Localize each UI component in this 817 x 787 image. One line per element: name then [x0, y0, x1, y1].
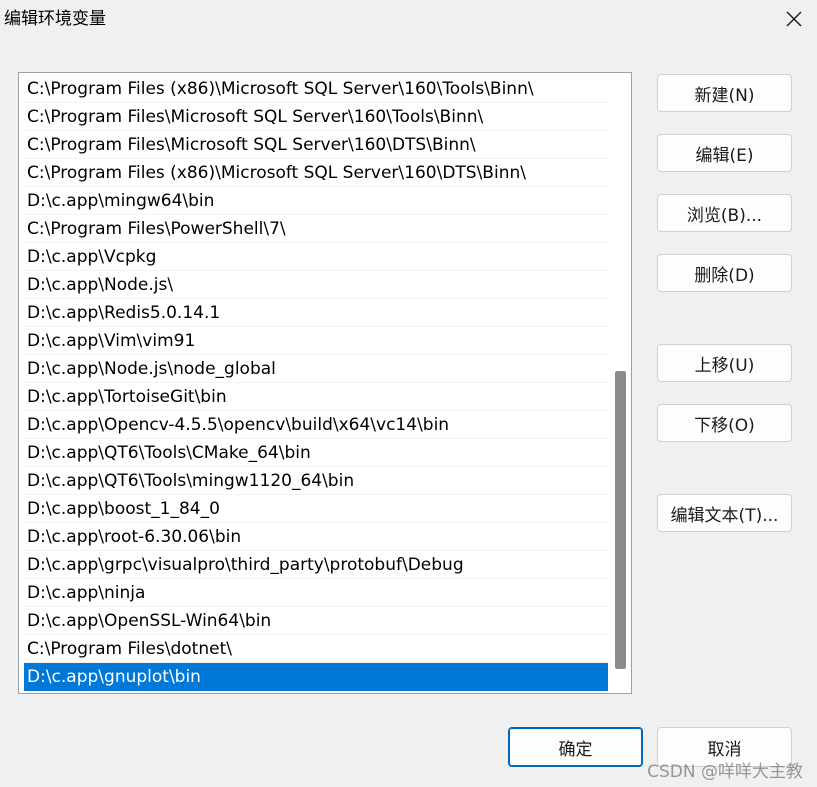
- list-item[interactable]: D:\c.app\Node.js\node_global: [24, 355, 608, 383]
- edit-env-variable-dialog: 编辑环境变量 C:\Program Files (x86)\Microsoft …: [0, 0, 817, 787]
- list-item[interactable]: D:\c.app\ninja: [24, 579, 608, 607]
- list-item-selected[interactable]: D:\c.app\gnuplot\bin: [24, 663, 608, 691]
- csdn-watermark: CSDN @咩咩大主教: [647, 762, 803, 782]
- list-item[interactable]: D:\c.app\Opencv-4.5.5\opencv\build\x64\v…: [24, 411, 608, 439]
- ok-button[interactable]: 确定: [508, 727, 643, 767]
- close-icon: [786, 11, 802, 27]
- new-button[interactable]: 新建(N): [657, 74, 792, 112]
- list-item[interactable]: D:\c.app\Redis5.0.14.1: [24, 299, 608, 327]
- path-list-items: C:\Program Files (x86)\Microsoft SQL Ser…: [24, 75, 608, 691]
- list-item[interactable]: D:\c.app\Vcpkg: [24, 243, 608, 271]
- list-item[interactable]: D:\c.app\QT6\Tools\CMake_64\bin: [24, 439, 608, 467]
- edit-button[interactable]: 编辑(E): [657, 134, 792, 172]
- edit-text-button[interactable]: 编辑文本(T)...: [657, 494, 792, 532]
- path-list[interactable]: C:\Program Files (x86)\Microsoft SQL Ser…: [18, 72, 632, 694]
- move-up-button[interactable]: 上移(U): [657, 344, 792, 382]
- dialog-title: 编辑环境变量: [4, 9, 106, 29]
- list-item[interactable]: C:\Program Files (x86)\Microsoft SQL Ser…: [24, 159, 608, 187]
- list-item[interactable]: C:\Program Files\Microsoft SQL Server\16…: [24, 103, 608, 131]
- list-item[interactable]: D:\c.app\Vim\vim91: [24, 327, 608, 355]
- close-button[interactable]: [777, 2, 811, 36]
- list-item[interactable]: C:\Program Files\PowerShell\7\: [24, 215, 608, 243]
- scrollbar-thumb[interactable]: [615, 371, 626, 669]
- list-item[interactable]: C:\Program Files\dotnet\: [24, 635, 608, 663]
- list-item[interactable]: D:\c.app\TortoiseGit\bin: [24, 383, 608, 411]
- list-item[interactable]: D:\c.app\root-6.30.06\bin: [24, 523, 608, 551]
- browse-button[interactable]: 浏览(B)...: [657, 194, 792, 232]
- list-item[interactable]: D:\c.app\boost_1_84_0: [24, 495, 608, 523]
- list-item[interactable]: D:\c.app\QT6\Tools\mingw1120_64\bin: [24, 467, 608, 495]
- list-item[interactable]: C:\Program Files\Microsoft SQL Server\16…: [24, 131, 608, 159]
- move-down-button[interactable]: 下移(O): [657, 404, 792, 442]
- list-item[interactable]: D:\c.app\mingw64\bin: [24, 187, 608, 215]
- list-item[interactable]: C:\Program Files (x86)\Microsoft SQL Ser…: [24, 75, 608, 103]
- list-item[interactable]: D:\c.app\grpc\visualpro\third_party\prot…: [24, 551, 608, 579]
- vertical-scrollbar[interactable]: [615, 75, 626, 689]
- delete-button[interactable]: 删除(D): [657, 254, 792, 292]
- list-item[interactable]: D:\c.app\OpenSSL-Win64\bin: [24, 607, 608, 635]
- list-item[interactable]: D:\c.app\Node.js\: [24, 271, 608, 299]
